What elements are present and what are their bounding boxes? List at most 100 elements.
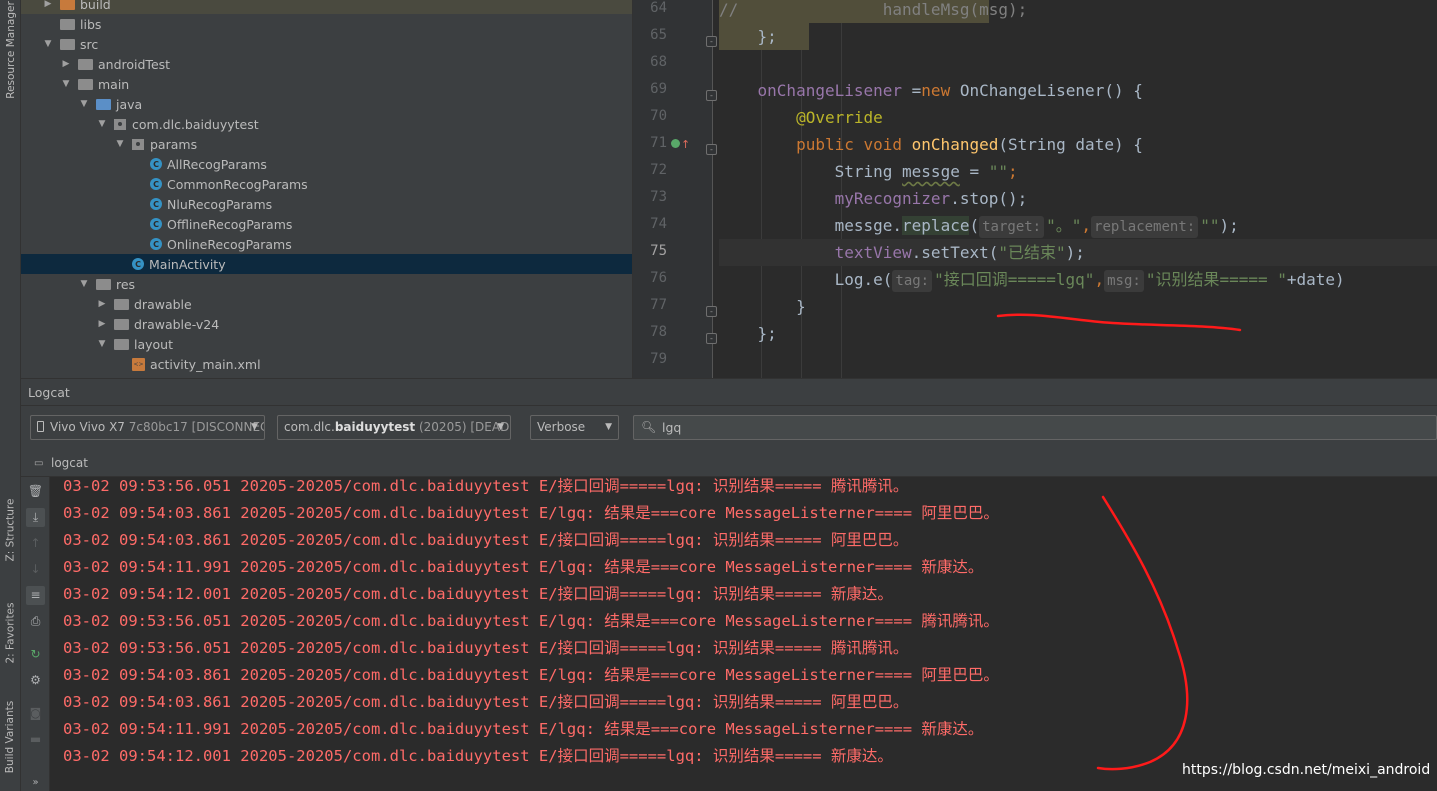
tree-item[interactable]: ▼ layout [21,334,632,354]
chevron-down-icon[interactable]: ▼ [114,139,126,149]
code-line-74[interactable]: messge.replace(target: "。", replacement: ""… [719,212,1239,239]
code-line-77[interactable]: } [719,293,806,320]
scroll-to-end-icon[interactable]: ⤓ [26,508,45,527]
code-line-64[interactable]: // handleMsg(msg); [719,0,1027,23]
arrow-down-icon[interactable]: ↓ [26,560,45,579]
favorites-tab[interactable]: 2: Favorites [0,593,21,673]
build-variants-tab[interactable]: Build Variants [0,692,21,782]
process-pid: (20205) [418,420,467,434]
trash-icon[interactable]: 🗑︎ [26,482,45,501]
print-icon[interactable]: ⎙ [26,612,45,631]
log-line[interactable]: 03-02 09:53:56.051 20205-20205/com.dlc.b… [63,608,999,635]
tree-item[interactable]: C NluRecogParams [21,194,632,214]
tree-item[interactable]: C MainActivity [21,254,632,274]
chevron-right-icon[interactable]: ▶ [42,0,54,9]
code-text: ); [1065,243,1085,262]
tree-item-label: res [116,276,136,292]
code-line-78[interactable]: }; [719,320,777,347]
chevron-down-icon[interactable]: ▼ [60,79,72,89]
resource-manager-label: Resource Manager [4,1,17,99]
log-line[interactable]: 03-02 09:54:12.001 20205-20205/com.dlc.b… [63,743,893,770]
code-editor[interactable]: 64 65 68 69 70 71 72 73 74 75 76 77 78 79 - - - - - ↑ // ha… [632,0,1437,378]
tree-item[interactable]: ▼ main [21,74,632,94]
code-line-69[interactable]: onChangeLisener =new OnChangeLisener() { [719,77,1143,104]
code-line-75[interactable]: textView.setText("已结束"); [719,239,1437,266]
code-line-71[interactable]: public void onChanged(String date) { [719,131,1143,158]
override-marker-icon[interactable]: ↑ [671,138,690,151]
video-icon[interactable]: ▬ [26,730,45,749]
tree-item[interactable]: C OfflineRecogParams [21,214,632,234]
log-line[interactable]: 03-02 09:54:12.001 20205-20205/com.dlc.b… [63,581,893,608]
tree-item[interactable]: ▼ res [21,274,632,294]
device-select[interactable]: Vivo Vivo X7 7c80bc17 [DISCONNECTED] ▼ [30,415,265,440]
chevron-right-icon[interactable]: ▶ [60,59,72,69]
folder-icon [96,278,111,290]
fold-icon[interactable]: - [706,144,717,155]
line-number: 69 [650,81,667,97]
logcat-side-toolbar: 🗑︎ ⤓ ↑ ↓ ≡ ⎙ ↻ ⚙ ◙ ▬ » [21,477,50,791]
code-field: onChangeLisener [757,81,903,100]
chevron-right-icon[interactable]: ▶ [96,319,108,329]
tree-item[interactable]: ▼ com.dlc.baiduyytest [21,114,632,134]
code-text: (String date) { [998,135,1143,154]
log-line[interactable]: 03-02 09:53:56.051 20205-20205/com.dlc.b… [63,635,908,662]
tree-item[interactable]: <> activity_main.xml [21,354,632,374]
arrow-up-icon[interactable]: ↑ [26,534,45,553]
code-line-72[interactable]: String messge = ""; [719,158,1018,185]
logcat-title: Logcat [28,385,70,400]
more-icon[interactable]: » [26,773,45,791]
log-line[interactable]: 03-02 09:54:03.861 20205-20205/com.dlc.b… [63,689,908,716]
code-line-73[interactable]: myRecognizer.stop(); [719,185,1028,212]
tree-item-label: NluRecogParams [167,196,273,212]
chevron-down-icon[interactable]: ▼ [42,39,54,49]
process-select[interactable]: com.dlc.baiduyytest (20205) [DEAD] ▼ [277,415,511,440]
log-line[interactable]: 03-02 09:54:03.861 20205-20205/com.dlc.b… [63,527,908,554]
code-line-65[interactable]: }; [719,23,777,50]
fold-icon[interactable]: - [706,333,717,344]
camera-icon[interactable]: ◙ [26,704,45,723]
log-line[interactable]: 03-02 09:53:56.051 20205-20205/com.dlc.b… [63,477,908,500]
code-text: } [796,297,806,316]
log-line[interactable]: 03-02 09:54:11.991 20205-20205/com.dlc.b… [63,554,983,581]
tree-item[interactable]: ▶ drawable-v24 [21,314,632,334]
code-text: }; [757,27,777,46]
tree-item[interactable]: ▼ params [21,134,632,154]
fold-icon[interactable]: - [706,36,717,47]
tree-item[interactable]: ▼ src [21,34,632,54]
structure-tab[interactable]: Z: Structure [0,490,21,570]
code-text: Log.e( [834,270,893,289]
log-line[interactable]: 03-02 09:54:03.861 20205-20205/com.dlc.b… [63,500,999,527]
log-level-select[interactable]: Verbose ▼ [530,415,619,440]
tree-item[interactable]: ▶ drawable [21,294,632,314]
tree-item[interactable]: C OnlineRecogParams [21,234,632,254]
chevron-down-icon[interactable]: ▼ [78,99,90,109]
chevron-down-icon[interactable]: ▼ [78,279,90,289]
fold-icon[interactable]: - [706,90,717,101]
chevron-down-icon[interactable]: ▼ [96,339,108,349]
code-line-76[interactable]: Log.e(tag: "接口回调=====lgq", msg: "识别结果===== … [719,266,1345,293]
java-class-icon: C [132,258,144,270]
code-line-70[interactable]: @Override [719,104,883,131]
tab-logcat[interactable]: logcat [51,456,88,470]
soft-wrap-icon[interactable]: ≡ [26,586,45,605]
tree-item[interactable]: C CommonRecogParams [21,174,632,194]
log-line[interactable]: 03-02 09:54:03.861 20205-20205/com.dlc.b… [63,662,999,689]
logcat-search-input[interactable]: 🔍︎ lgq [633,415,1437,440]
tree-item[interactable]: libs [21,14,632,34]
chevron-down-icon[interactable]: ▼ [96,119,108,129]
chevron-right-icon[interactable]: ▶ [96,299,108,309]
logcat-output[interactable]: 03-02 09:53:56.051 20205-20205/com.dlc.b… [50,477,1437,791]
log-line[interactable]: 03-02 09:54:11.991 20205-20205/com.dlc.b… [63,716,983,743]
resource-manager-tab[interactable]: Resource Manager [0,0,21,100]
line-number: 76 [650,270,667,286]
fold-icon[interactable]: - [706,306,717,317]
tree-item[interactable]: ▶ androidTest [21,54,632,74]
tree-item[interactable]: ▶ build [21,0,632,14]
gear-icon[interactable]: ⚙ [26,671,45,690]
java-class-icon: C [150,158,162,170]
folder-icon [114,298,129,310]
tree-item[interactable]: C AllRecogParams [21,154,632,174]
restart-icon[interactable]: ↻ [26,645,45,664]
editor-gutter: 64 65 68 69 70 71 72 73 74 75 76 77 78 79 - - - - - ↑ [633,0,717,378]
tree-item[interactable]: ▼ java [21,94,632,114]
